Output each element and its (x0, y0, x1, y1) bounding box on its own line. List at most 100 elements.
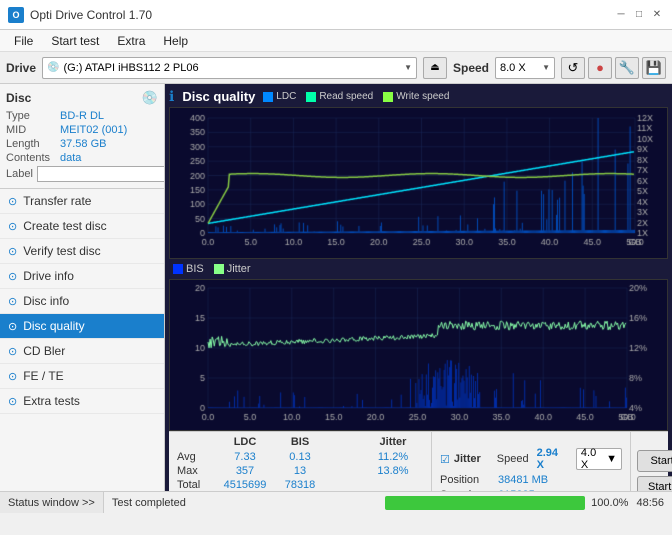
drivebar: Drive 💿 (G:) ATAPI iHBS112 2 PL06 ▼ ⏏ Sp… (0, 52, 672, 84)
sidebar-verify-test-disc-label: Verify test disc (23, 244, 100, 258)
titlebar-left: O Opti Drive Control 1.70 (8, 7, 152, 23)
toolbar-icon-3[interactable]: 🔧 (615, 57, 639, 79)
speed-stats-select[interactable]: 4.0 X ▼ (576, 448, 622, 470)
legend-jitter: Jitter (214, 263, 251, 275)
disc-length-key: Length (6, 138, 56, 150)
sidebar-item-fe-te[interactable]: ⊙ FE / TE (0, 364, 164, 389)
fe-te-icon: ⊙ (8, 370, 17, 383)
disc-type-value: BD-R DL (60, 110, 104, 122)
disc-contents-row: Contents data (6, 152, 158, 164)
eject-button[interactable]: ⏏ (423, 57, 447, 79)
sidebar-drive-info-label: Drive info (23, 269, 74, 283)
legend-write-speed-color (383, 92, 393, 102)
bottom-chart-canvas (170, 280, 667, 430)
close-button[interactable]: ✕ (650, 8, 664, 22)
chart-title: Disc quality (182, 89, 255, 104)
jitter-label: Jitter (454, 453, 481, 465)
progress-bar (385, 496, 585, 510)
maximize-button[interactable]: □ (632, 8, 646, 22)
content-area: ℹ Disc quality LDC Read speed Write spee… (165, 84, 672, 491)
drive-select[interactable]: 💿 (G:) ATAPI iHBS112 2 PL06 ▼ (42, 57, 417, 79)
app-icon: O (8, 7, 24, 23)
sidebar-transfer-rate-label: Transfer rate (23, 194, 91, 208)
stats-header-empty (177, 436, 215, 448)
start-part-button[interactable]: Start part (637, 476, 672, 491)
menu-start-test[interactable]: Start test (43, 32, 107, 50)
minimize-button[interactable]: ─ (614, 8, 628, 22)
disc-label-key: Label (6, 168, 33, 180)
transfer-rate-icon: ⊙ (8, 195, 17, 208)
disc-mid-value: MEIT02 (001) (60, 124, 127, 136)
top-chart-canvas (170, 108, 667, 258)
disc-quality-icon: ⊙ (8, 320, 17, 333)
stats-row: LDC BIS Jitter Avg 7.33 0.13 11.2% Max 3… (169, 431, 668, 491)
disc-length-row: Length 37.58 GB (6, 138, 158, 150)
disc-length-value: 37.58 GB (60, 138, 106, 150)
stats-max-bis: 13 (275, 465, 325, 477)
disc-label-input[interactable] (37, 166, 165, 182)
drive-info-icon: ⊙ (8, 270, 17, 283)
stats-col-bis: BIS (275, 436, 325, 448)
disc-label-row: Label ⚙ (6, 166, 158, 182)
legend-ldc-label: LDC (276, 91, 296, 102)
menu-extra[interactable]: Extra (109, 32, 153, 50)
sidebar-extra-tests-label: Extra tests (23, 394, 80, 408)
sidebar-item-verify-test-disc[interactable]: ⊙ Verify test disc (0, 239, 164, 264)
toolbar-icon-1[interactable]: ↺ (561, 57, 585, 79)
stats-max-label: Max (177, 465, 215, 477)
chart-legend: LDC Read speed Write speed (263, 91, 449, 102)
legend-read-speed: Read speed (306, 91, 373, 102)
legend-read-speed-label: Read speed (319, 91, 373, 102)
jitter-checkbox[interactable]: ☑ (440, 453, 450, 466)
legend-bis-label: BIS (186, 263, 204, 275)
bis-jitter-legend: BIS Jitter (169, 261, 668, 277)
menu-file[interactable]: File (6, 32, 41, 50)
disc-contents-key: Contents (6, 152, 56, 164)
sidebar-create-test-disc-label: Create test disc (23, 219, 106, 233)
stats-avg-label: Avg (177, 451, 215, 463)
sidebar-item-drive-info[interactable]: ⊙ Drive info (0, 264, 164, 289)
stats-avg-empty (325, 451, 363, 463)
disc-type-row: Type BD-R DL (6, 110, 158, 122)
sidebar-cd-bler-label: CD Bler (23, 344, 65, 358)
status-window-button[interactable]: Status window >> (0, 492, 104, 513)
stats-max-jitter: 13.8% (363, 465, 423, 477)
sidebar-item-cd-bler[interactable]: ⊙ CD Bler (0, 339, 164, 364)
legend-write-speed: Write speed (383, 91, 449, 102)
disc-title: Disc (6, 91, 31, 105)
create-test-disc-icon: ⊙ (8, 220, 17, 233)
sidebar-nav: ⊙ Transfer rate ⊙ Create test disc ⊙ Ver… (0, 189, 164, 491)
speed-select[interactable]: 8.0 X ▼ (495, 57, 555, 79)
drive-select-value: (G:) ATAPI iHBS112 2 PL06 (63, 62, 400, 74)
drive-dropdown-arrow: ▼ (404, 63, 412, 72)
jitter-check-row: ☑ Jitter Speed 2.94 X 4.0 X ▼ (440, 447, 622, 471)
disc-contents-value: data (60, 152, 81, 164)
stats-table: LDC BIS Jitter Avg 7.33 0.13 11.2% Max 3… (169, 432, 431, 491)
sidebar-item-transfer-rate[interactable]: ⊙ Transfer rate (0, 189, 164, 214)
chart-title-icon: ℹ (169, 88, 174, 105)
start-full-button[interactable]: Start full (637, 450, 672, 472)
stats-avg-row: Avg 7.33 0.13 11.2% (177, 451, 423, 463)
menu-help[interactable]: Help (155, 32, 196, 50)
legend-jitter-label: Jitter (227, 263, 251, 275)
charts-container: BIS Jitter (169, 107, 668, 431)
sidebar-item-disc-info[interactable]: ⊙ Disc info (0, 289, 164, 314)
toolbar-save[interactable]: 💾 (642, 57, 666, 79)
disc-type-key: Type (6, 110, 56, 122)
menubar: File Start test Extra Help (0, 30, 672, 52)
sidebar-item-disc-quality[interactable]: ⊙ Disc quality (0, 314, 164, 339)
stats-total-empty (325, 479, 363, 491)
toolbar-icon-2[interactable]: ● (588, 57, 612, 79)
verify-test-disc-icon: ⊙ (8, 245, 17, 258)
sidebar-item-extra-tests[interactable]: ⊙ Extra tests (0, 389, 164, 414)
sidebar-item-create-test-disc[interactable]: ⊙ Create test disc (0, 214, 164, 239)
stats-max-ldc: 357 (215, 465, 275, 477)
sidebar-disc-info-label: Disc info (23, 294, 69, 308)
disc-mid-key: MID (6, 124, 56, 136)
sidebar: Disc 💿 Type BD-R DL MID MEIT02 (001) Len… (0, 84, 165, 491)
progress-percent: 100.0% (591, 497, 628, 509)
samples-row: Samples 615235 (440, 489, 622, 491)
stats-total-ldc: 4515699 (215, 479, 275, 491)
disc-icon[interactable]: 💿 (142, 90, 158, 106)
stats-total-label: Total (177, 479, 215, 491)
